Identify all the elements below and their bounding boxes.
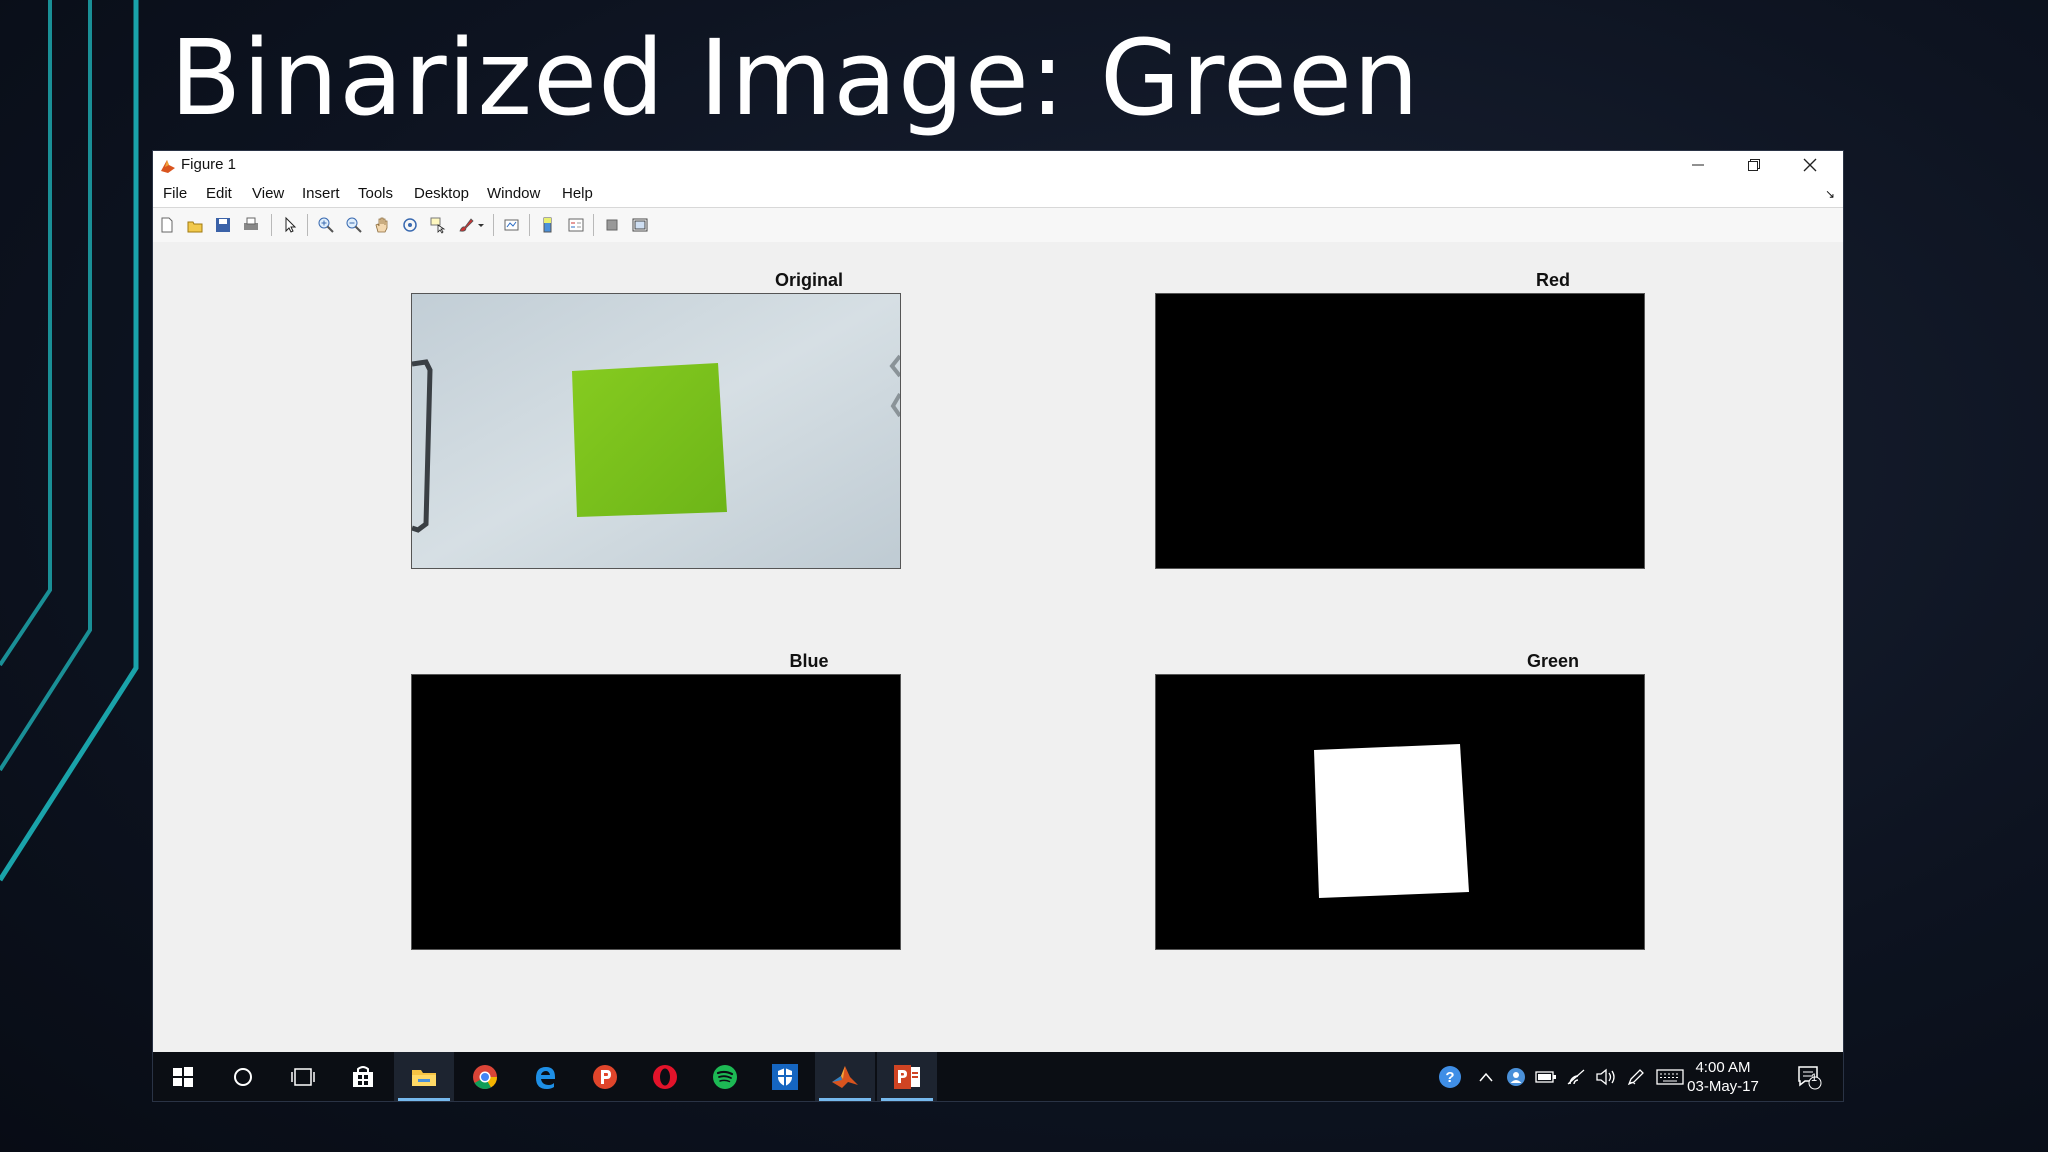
toolbar-separator	[529, 214, 530, 236]
subplot-title-green: Green	[1526, 651, 1580, 671]
toolbar-separator	[493, 214, 494, 236]
matlab-figure-window: Figure 1 File Edit View Insert Tools Des…	[153, 151, 1843, 1101]
shield-app-icon[interactable]	[755, 1052, 815, 1101]
print-icon[interactable]	[240, 214, 262, 236]
toolbar-separator	[271, 214, 272, 236]
taskbar-clock[interactable]: 4:00 AM 03-May-17	[1683, 1058, 1763, 1096]
file-explorer-icon[interactable]	[394, 1052, 454, 1101]
action-center-icon[interactable]: 1	[1789, 1052, 1829, 1101]
open-file-icon[interactable]	[184, 214, 206, 236]
windows-taskbar: ? 4:00 AM 03-May-17 1	[153, 1052, 1843, 1101]
new-figure-icon[interactable]	[156, 214, 178, 236]
matlab-figure-icon	[161, 160, 175, 173]
figure-canvas: Original Red Blue Green	[153, 242, 1843, 961]
insert-colorbar-icon[interactable]	[537, 214, 559, 236]
hide-plot-tools-icon[interactable]	[601, 214, 623, 236]
opera-icon[interactable]	[635, 1052, 695, 1101]
matlab-icon[interactable]	[815, 1052, 875, 1101]
restore-button[interactable]	[1727, 151, 1781, 179]
green-binary-mask	[1314, 744, 1469, 898]
volume-icon[interactable]	[1591, 1052, 1621, 1101]
toolbar-separator	[593, 214, 594, 236]
green-square	[572, 363, 727, 517]
powerpoint-icon[interactable]	[877, 1052, 937, 1101]
rotate-3d-icon[interactable]	[399, 214, 421, 236]
svg-text:?: ?	[1445, 1069, 1454, 1086]
minimize-button[interactable]	[1671, 151, 1725, 179]
subplot-title-original: Original	[774, 270, 843, 290]
dock-arrow-icon[interactable]: ↘	[1825, 187, 1835, 201]
store-icon[interactable]	[333, 1052, 393, 1101]
zoom-out-icon[interactable]	[343, 214, 365, 236]
figure-toolbar	[153, 207, 1843, 243]
menu-help[interactable]: Help	[562, 185, 593, 202]
windows-start-icon[interactable]	[153, 1052, 213, 1101]
subplot-title-red: Red	[1535, 270, 1570, 290]
spotify-icon[interactable]	[695, 1052, 755, 1101]
close-icon	[1803, 158, 1817, 172]
minimize-icon	[1692, 164, 1704, 166]
brush-dropdown-icon[interactable]	[475, 214, 487, 236]
slide-title: Binarized Image: Green	[170, 17, 1420, 139]
menu-tools[interactable]: Tools	[358, 185, 393, 202]
wifi-icon[interactable]	[1561, 1052, 1591, 1101]
data-cursor-icon[interactable]	[427, 214, 449, 236]
zoom-in-icon[interactable]	[315, 214, 337, 236]
pan-hand-icon[interactable]	[371, 214, 393, 236]
keyboard-icon[interactable]	[1653, 1052, 1687, 1101]
menu-file[interactable]: File	[163, 185, 187, 202]
menu-edit[interactable]: Edit	[206, 185, 232, 202]
pen-icon[interactable]	[1621, 1052, 1651, 1101]
window-title: Figure 1	[181, 156, 237, 173]
subplot-title-blue: Blue	[789, 651, 829, 671]
edit-plot-arrow-icon[interactable]	[279, 214, 301, 236]
help-icon[interactable]: ?	[1433, 1052, 1467, 1101]
cortana-search-icon[interactable]	[213, 1052, 273, 1101]
axes-blue[interactable]	[411, 674, 901, 950]
show-plot-tools-icon[interactable]	[629, 214, 651, 236]
toolbar-separator	[307, 214, 308, 236]
user-icon[interactable]	[1501, 1052, 1531, 1101]
white-mask-region	[1314, 744, 1469, 898]
link-plot-icon[interactable]	[501, 214, 523, 236]
task-view-icon[interactable]	[273, 1052, 333, 1101]
battery-icon[interactable]	[1531, 1052, 1561, 1101]
save-icon[interactable]	[212, 214, 234, 236]
clock-date: 03-May-17	[1687, 1078, 1759, 1095]
slide-decoration-lines	[0, 0, 139, 882]
close-button[interactable]	[1783, 151, 1837, 179]
menu-window[interactable]: Window	[487, 185, 540, 202]
menubar: File Edit View Insert Tools Desktop Wind…	[153, 179, 1843, 207]
notification-count: 1	[1810, 1072, 1818, 1084]
insert-legend-icon[interactable]	[565, 214, 587, 236]
clock-time: 4:00 AM	[1695, 1059, 1751, 1076]
menu-view[interactable]: View	[252, 185, 284, 202]
axes-green[interactable]	[1155, 674, 1645, 950]
original-photo	[412, 294, 900, 568]
p-app-icon[interactable]	[575, 1052, 635, 1101]
window-titlebar: Figure 1	[153, 151, 1843, 179]
brush-icon[interactable]	[455, 214, 477, 236]
restore-icon	[1748, 159, 1760, 171]
chrome-icon[interactable]	[455, 1052, 515, 1101]
chevron-up-icon[interactable]	[1471, 1052, 1501, 1101]
axes-original[interactable]	[411, 293, 901, 569]
menu-insert[interactable]: Insert	[302, 185, 340, 202]
axes-red[interactable]	[1155, 293, 1645, 569]
menu-desktop[interactable]: Desktop	[414, 185, 469, 202]
edge-icon[interactable]	[515, 1052, 575, 1101]
